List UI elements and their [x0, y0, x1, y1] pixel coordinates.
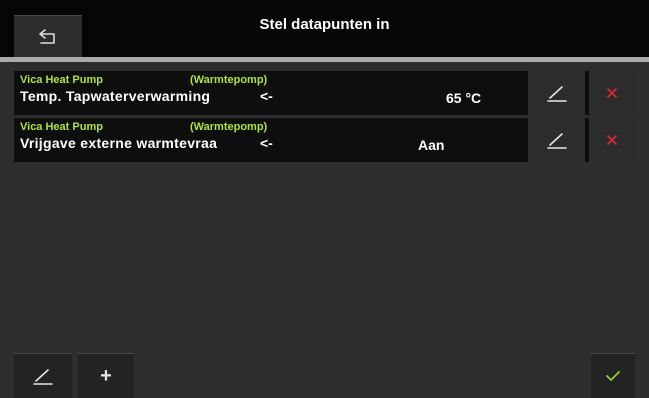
delete-datapoint-button[interactable] [589, 71, 635, 115]
confirm-button[interactable] [591, 353, 635, 398]
header-bar: Stel datapunten in [0, 0, 649, 57]
pencil-icon [546, 86, 567, 102]
pencil-icon [33, 369, 53, 385]
datapoint-value: 65 °C [446, 90, 482, 106]
close-icon [607, 135, 617, 145]
page-title: Stel datapunten in [259, 16, 390, 33]
device-type-label: (Warmtepomp) [190, 121, 268, 133]
edit-button[interactable] [14, 353, 72, 398]
close-icon [607, 88, 617, 98]
edit-datapoint-button[interactable] [528, 118, 585, 162]
device-type-label: (Warmtepomp) [190, 74, 268, 86]
device-label: Vica Heat Pump [20, 121, 103, 133]
datapoint-value: Aan [418, 137, 445, 153]
datapoint-name: Temp. Tapwaterverwarming [20, 88, 211, 104]
datapoint-row[interactable]: Vica Heat Pump (Warmtepomp) Vrijgave ext… [14, 118, 635, 162]
direction-indicator: <- [260, 88, 273, 104]
device-label: Vica Heat Pump [20, 74, 103, 86]
direction-indicator: <- [260, 135, 273, 151]
plus-icon: + [100, 364, 112, 387]
datapoints-screen: Stel datapunten in Vica Heat Pump (Warmt… [0, 0, 649, 398]
add-datapoint-button[interactable]: + [78, 353, 134, 398]
delete-datapoint-button[interactable] [589, 118, 635, 162]
datapoint-row[interactable]: Vica Heat Pump (Warmtepomp) Temp. Tapwat… [14, 71, 635, 115]
pencil-icon [546, 133, 567, 149]
checkmark-icon [606, 371, 620, 381]
datapoint-name: Vrijgave externe warmtevraa [20, 135, 218, 151]
edit-datapoint-button[interactable] [528, 71, 585, 115]
